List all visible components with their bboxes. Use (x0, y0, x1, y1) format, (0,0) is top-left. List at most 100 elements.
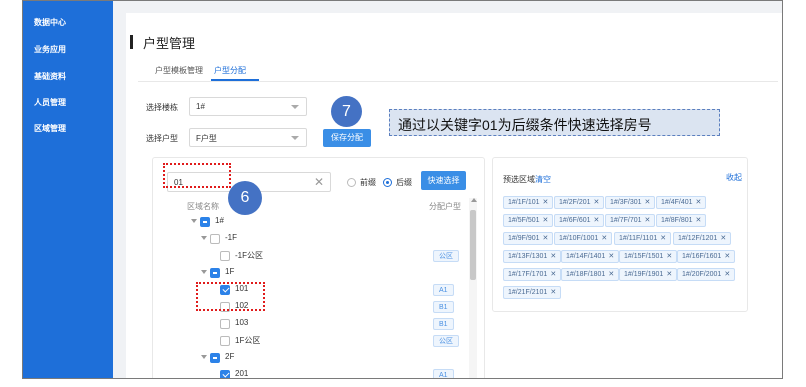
chip-label: 1#/15F/1501 (624, 253, 664, 260)
close-icon[interactable]: ✕ (608, 253, 614, 260)
checkbox[interactable] (220, 251, 230, 261)
tree-node-floor-b1[interactable]: -1F (201, 232, 471, 246)
close-icon[interactable]: ✕ (608, 271, 614, 278)
indeterminate-checkbox[interactable] (210, 268, 220, 278)
chip-label: 1#/5F/501 (508, 217, 540, 224)
tab-divider (138, 81, 778, 82)
suffix-radio[interactable] (383, 178, 392, 187)
close-icon[interactable]: ✕ (696, 199, 702, 206)
chip-label: 1#/18F/1801 (566, 271, 606, 278)
chevron-down-icon (291, 136, 299, 140)
page-title: 户型管理 (143, 36, 196, 51)
close-icon[interactable]: ✕ (724, 253, 730, 260)
close-icon[interactable]: ✕ (601, 235, 607, 242)
close-icon[interactable]: ✕ (543, 217, 549, 224)
chip-label: 1#/4F/401 (661, 199, 693, 206)
preselect-panel: 预选区域 清空 收起 1#/1F/101 ✕ 1#/2F/201 ✕ 1#/3F/3… (492, 157, 748, 312)
tree-node-label: 103 (235, 318, 249, 327)
checkbox[interactable] (210, 234, 220, 244)
preselect-chip: 1#/1F/101 ✕ (503, 196, 554, 209)
close-icon[interactable]: ✕ (594, 217, 600, 224)
tree-node-label: 1F公区 (235, 336, 261, 345)
preselect-chip: 1#/14F/1401 ✕ (561, 250, 620, 263)
building-label: 选择楼栋 (146, 103, 178, 112)
close-icon[interactable]: ✕ (724, 271, 730, 278)
chip-label: 1#/12F/1201 (678, 235, 718, 242)
building-select[interactable]: 1# (189, 97, 307, 116)
suffix-label: 后缀 (396, 178, 412, 187)
close-icon[interactable]: ✕ (660, 235, 666, 242)
indeterminate-checkbox[interactable] (210, 353, 220, 363)
tree-node-building-1[interactable]: 1# (191, 215, 471, 229)
chip-label: 1#/9F/901 (508, 235, 540, 242)
close-icon[interactable]: ✕ (314, 175, 324, 189)
close-icon[interactable]: ✕ (696, 217, 702, 224)
close-icon[interactable]: ✕ (543, 235, 549, 242)
preselect-chip: 1#/21F/2101 ✕ (503, 286, 562, 299)
tree-node-floor-2[interactable]: 2F (201, 351, 471, 365)
tree-node-label: -1F公区 (235, 251, 263, 260)
unit-type-select[interactable]: F户型 (189, 128, 307, 147)
chevron-down-icon[interactable] (201, 355, 207, 359)
preselect-chip: 1#/5F/501 ✕ (503, 214, 554, 227)
chip-label: 1#/19F/1901 (624, 271, 664, 278)
tab-unit-template[interactable]: 户型模板管理 (155, 65, 203, 76)
scrollbar-thumb[interactable] (470, 210, 476, 280)
preselect-chip: 1#/10F/1001 ✕ (554, 232, 613, 245)
column-assigned-type: 分配户型 (429, 202, 461, 211)
quick-select-button[interactable]: 快速选择 (421, 171, 466, 190)
close-icon[interactable]: ✕ (550, 253, 556, 260)
preselect-chip: 1#/17F/1701 ✕ (503, 268, 562, 281)
chip-label: 1#/11F/1101 (619, 235, 658, 242)
close-icon[interactable]: ✕ (550, 289, 556, 296)
close-icon[interactable]: ✕ (645, 217, 651, 224)
sidebar-item-personnel[interactable]: 人员管理 (34, 97, 66, 108)
prefix-radio[interactable] (347, 178, 356, 187)
close-icon[interactable]: ✕ (543, 199, 549, 206)
sidebar-item-area-management[interactable]: 区域管理 (34, 123, 66, 134)
preselect-chip: 1#/2F/201 ✕ (554, 196, 605, 209)
close-icon[interactable]: ✕ (550, 271, 556, 278)
close-icon[interactable]: ✕ (666, 271, 672, 278)
indeterminate-checkbox[interactable] (200, 217, 210, 227)
preselect-chip: 1#/13F/1301 ✕ (503, 250, 562, 263)
checkbox[interactable] (220, 336, 230, 346)
close-icon[interactable]: ✕ (666, 253, 672, 260)
building-select-value: 1# (196, 102, 205, 111)
area-tree-panel: 01 ✕ 前缀 后缀 快速选择 区域名称 分配户型 1# -1F -1F公区 1… (152, 157, 485, 378)
chip-label: 1#/13F/1301 (508, 253, 548, 260)
preselect-chip: 1#/3F/301 ✕ (605, 196, 656, 209)
checkbox[interactable] (220, 319, 230, 329)
chevron-down-icon[interactable] (191, 219, 197, 223)
preselect-chip: 1#/12F/1201 ✕ (673, 232, 732, 245)
sidebar-item-data-center[interactable]: 数据中心 (34, 17, 66, 28)
preselect-title: 预选区域 (503, 175, 535, 184)
chevron-down-icon[interactable] (201, 236, 207, 240)
save-allocation-button[interactable]: 保存分配 (323, 129, 371, 147)
collapse-link[interactable]: 收起 (726, 172, 742, 183)
checked-checkbox[interactable] (220, 370, 230, 378)
close-icon[interactable]: ✕ (594, 199, 600, 206)
chevron-down-icon[interactable] (201, 270, 207, 274)
chip-label: 1#/20F/2001 (682, 271, 722, 278)
scroll-up-icon[interactable] (471, 198, 477, 202)
tree-node-floor-1[interactable]: 1F (201, 266, 471, 280)
close-icon[interactable]: ✕ (645, 199, 651, 206)
sidebar-item-business-apps[interactable]: 业务应用 (34, 44, 66, 55)
preselect-chip: 1#/4F/401 ✕ (656, 196, 707, 209)
unit-type-select-value: F户型 (196, 134, 217, 143)
step-7-callout: 7 (331, 96, 362, 127)
unit-type-tag: B1 (433, 318, 454, 330)
close-icon[interactable]: ✕ (720, 235, 726, 242)
unit-type-tag: A1 (433, 369, 454, 378)
chip-label: 1#/6F/601 (559, 217, 591, 224)
tab-unit-allocation[interactable]: 户型分配 (214, 65, 246, 76)
chip-label: 1#/8F/801 (661, 217, 693, 224)
clear-selection-link[interactable]: 清空 (535, 174, 551, 185)
sidebar-item-base-data[interactable]: 基础资料 (34, 71, 66, 82)
preselect-chip: 1#/18F/1801 ✕ (561, 268, 620, 281)
preselect-chip: 1#/8F/801 ✕ (656, 214, 707, 227)
preselect-chip: 1#/15F/1501 ✕ (619, 250, 678, 263)
tree-node-label: 1F (225, 267, 235, 276)
prefix-label: 前缀 (360, 178, 376, 187)
